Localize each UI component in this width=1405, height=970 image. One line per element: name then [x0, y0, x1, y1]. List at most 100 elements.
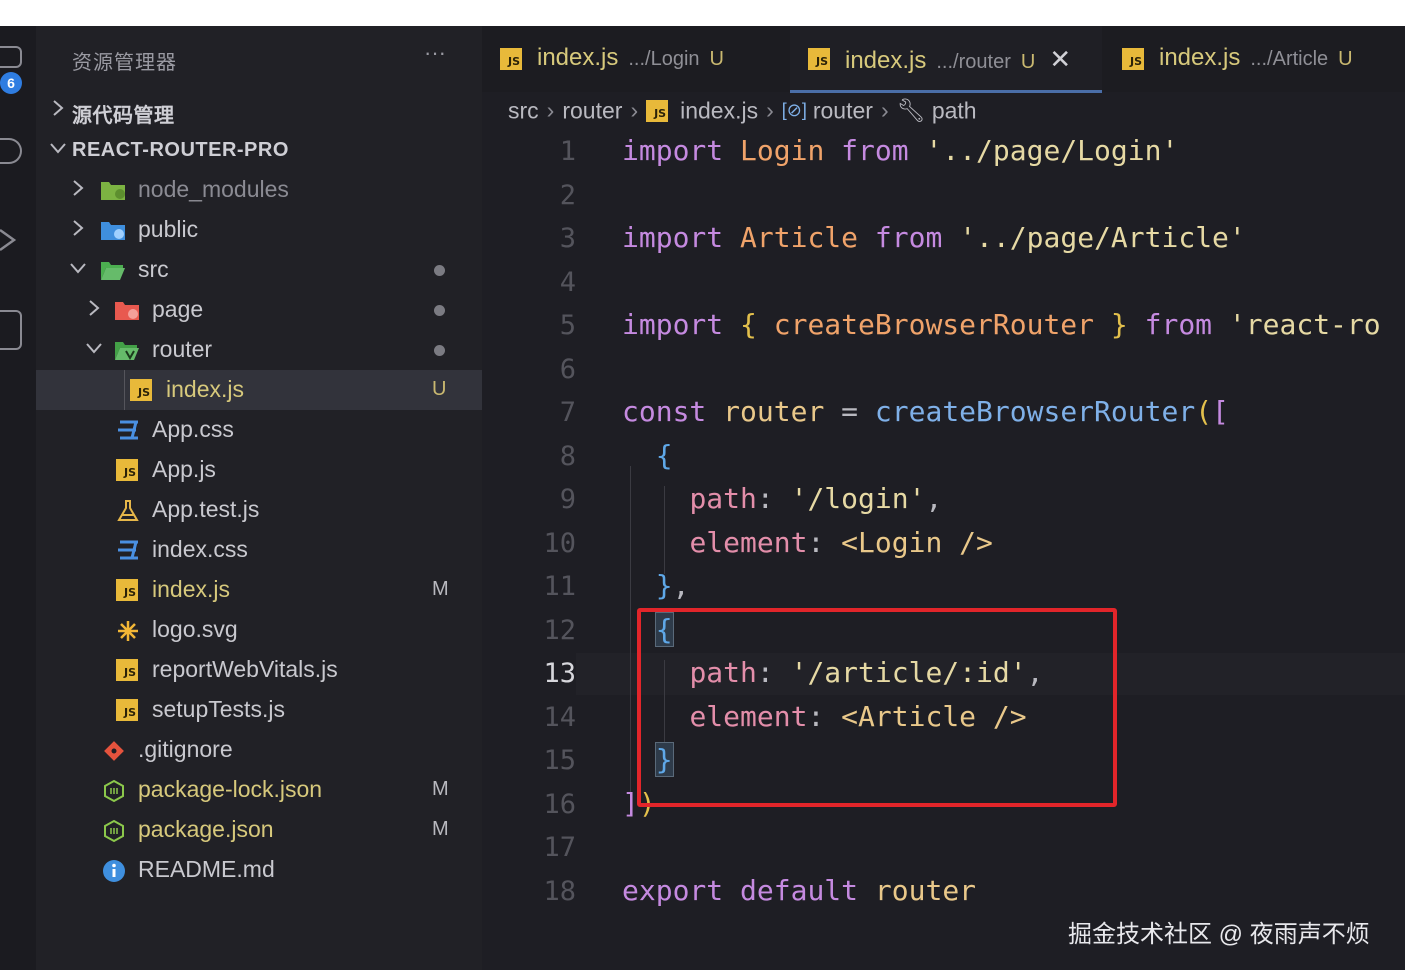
chevron-right-icon	[84, 298, 104, 318]
tree-item-label: reportWebVitals.js	[152, 656, 338, 682]
tab-router-index-js[interactable]: JS index.js .../router U ✕	[790, 26, 1102, 93]
tab-label: index.js	[1159, 44, 1241, 71]
tab-label: index.js	[537, 44, 619, 71]
tree-item-label: setupTests.js	[152, 696, 285, 722]
modified-status: M	[432, 818, 449, 840]
run-debug-icon[interactable]	[0, 226, 22, 254]
line-number: 12	[543, 615, 576, 646]
tree-item-label: node_modules	[138, 176, 289, 202]
code-line-3[interactable]: import Article from '../page/Article'	[622, 221, 1246, 254]
line-number: 18	[543, 876, 576, 907]
tree-item-label: logo.svg	[152, 616, 238, 642]
chevron-right-icon: ›	[880, 97, 889, 124]
tab-login-index-js[interactable]: JS index.js .../Login U	[482, 26, 788, 90]
line-number-current: 13	[543, 658, 576, 689]
untracked-status: U	[432, 378, 447, 400]
tab-article-index-js[interactable]: JS index.js .../Article U	[1104, 26, 1405, 90]
line-number: 15	[543, 745, 576, 776]
js-file-icon: JS	[130, 379, 152, 401]
tree-item-index-css[interactable]: index.css	[36, 530, 482, 570]
src-folder-open-icon	[100, 259, 125, 281]
tree-item-app-test-js[interactable]: App.test.js	[36, 490, 482, 530]
vscode-window: 6 资源管理器 ··· 源代码管理 REACT-ROUTER-PRO node_…	[0, 26, 1405, 970]
tree-item-label: index.js	[166, 376, 244, 402]
code-line-10[interactable]: element: <Login />	[622, 526, 992, 559]
line-number: 5	[559, 310, 576, 341]
line-number: 3	[559, 223, 576, 254]
breadcrumb: src › router › JS index.js › [⊘] router › 🔧︎ path	[508, 96, 977, 126]
code-line-8[interactable]: {	[622, 439, 673, 472]
tab-path: .../router	[936, 51, 1011, 73]
chevron-right-icon	[68, 218, 88, 238]
line-number: 4	[559, 267, 576, 298]
code-line-18[interactable]: export default router	[622, 874, 976, 907]
tree-item-public[interactable]: public	[36, 210, 482, 250]
tree-item-gitignore[interactable]: .gitignore	[36, 730, 482, 770]
tree-item-label: App.test.js	[152, 496, 260, 522]
tree-item-app-css[interactable]: App.css	[36, 410, 482, 450]
breadcrumb-leaf[interactable]: path	[932, 97, 977, 123]
tree-item-router-index-js[interactable]: JS index.js U	[36, 370, 482, 410]
indent-guide	[124, 370, 125, 410]
line-number: 1	[559, 136, 576, 167]
tree-item-page[interactable]: page	[36, 290, 482, 330]
breadcrumb-symbol[interactable]: router	[813, 97, 873, 123]
js-file-icon: JS	[116, 699, 138, 721]
line-number: 17	[543, 832, 576, 863]
breadcrumb-file[interactable]: index.js	[680, 97, 758, 123]
svg-file-icon	[116, 619, 140, 641]
tab-status: U	[1020, 51, 1036, 73]
code-line-9[interactable]: path: '/login',	[622, 482, 942, 515]
tree-item-label: page	[152, 296, 204, 322]
line-number: 11	[543, 571, 576, 602]
tab-status: U	[1338, 48, 1353, 70]
page-folder-icon	[114, 299, 139, 321]
tree-item-setup-tests-js[interactable]: JS setupTests.js	[36, 690, 482, 730]
source-control-section[interactable]: 源代码管理	[36, 90, 482, 130]
code-line-5[interactable]: import { createBrowserRouter } from 'rea…	[622, 308, 1381, 341]
tree-item-report-web-vitals-js[interactable]: JS reportWebVitals.js	[36, 650, 482, 690]
extensions-icon[interactable]	[0, 310, 22, 350]
tree-item-label: src	[138, 256, 169, 282]
activity-bar: 6	[0, 26, 36, 970]
tab-path: .../Article	[1250, 48, 1329, 70]
js-file-icon: JS	[500, 48, 522, 70]
router-folder-open-icon	[114, 339, 139, 361]
js-file-icon: JS	[646, 99, 669, 122]
code-line-1[interactable]: import Login from '../page/Login'	[622, 134, 1178, 167]
js-file-icon: JS	[116, 459, 138, 481]
tree-item-node-modules[interactable]: node_modules	[36, 170, 482, 210]
variable-symbol-icon: [⊘]	[781, 100, 807, 121]
node-folder-icon	[100, 179, 125, 201]
test-flask-icon	[116, 499, 140, 521]
breadcrumb-router-folder[interactable]: router	[562, 97, 622, 123]
code-line-11[interactable]: },	[622, 569, 690, 602]
search-icon[interactable]	[0, 138, 22, 164]
tree-item-router[interactable]: router	[36, 330, 482, 370]
git-icon	[102, 739, 126, 761]
tree-item-readme-md[interactable]: README.md	[36, 850, 482, 890]
tree-item-label: package.json	[138, 816, 274, 842]
tree-item-label: .gitignore	[138, 736, 233, 762]
more-actions-icon[interactable]: ···	[424, 40, 446, 66]
tree-item-package-json[interactable]: package.json M	[36, 810, 482, 850]
chevron-right-icon: ›	[546, 97, 555, 124]
chevron-down-icon	[84, 338, 104, 358]
nodejs-icon	[102, 779, 126, 803]
tab-status: U	[709, 48, 724, 70]
tree-item-package-lock-json[interactable]: package-lock.json M	[36, 770, 482, 810]
tree-item-label: index.js	[152, 576, 230, 602]
project-root[interactable]: REACT-ROUTER-PRO	[36, 130, 482, 170]
info-icon	[102, 859, 126, 882]
close-icon[interactable]: ✕	[1049, 44, 1071, 74]
tree-item-app-js[interactable]: JS App.js	[36, 450, 482, 490]
code-line-7[interactable]: const router = createBrowserRouter([	[622, 395, 1229, 428]
chevron-right-icon	[48, 98, 68, 118]
tree-item-src[interactable]: src	[36, 250, 482, 290]
css-file-icon	[116, 419, 140, 441]
chevron-right-icon: ›	[766, 97, 774, 124]
tree-item-logo-svg[interactable]: logo.svg	[36, 610, 482, 650]
explorer-icon[interactable]	[0, 46, 22, 68]
tree-item-src-index-js[interactable]: JS index.js M	[36, 570, 482, 610]
breadcrumb-src[interactable]: src	[508, 97, 539, 123]
